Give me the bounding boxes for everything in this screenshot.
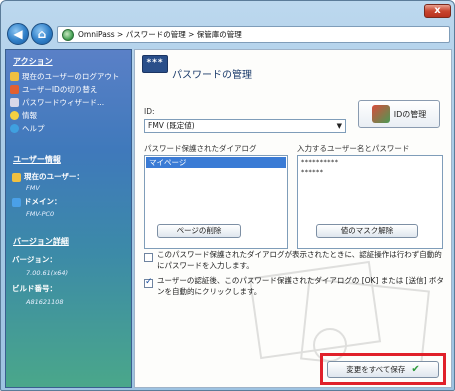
address-bar[interactable]: OmniPass > パスワードの管理 > 保管庫の管理 — [57, 26, 450, 43]
domain-label: ドメイン： — [12, 196, 62, 207]
domain-icon — [12, 197, 21, 207]
sidebar: アクション 現在のユーザーのログアウト ユーザーIDの切り替え パスワードウィザ… — [5, 49, 132, 388]
page-title: パスワードの管理 — [172, 70, 252, 81]
build-label: ビルド番号： — [12, 284, 57, 293]
back-button[interactable]: ◀ — [7, 23, 29, 45]
sidebar-item-label: ヘルプ — [22, 123, 45, 133]
user-info-heading: ユーザー情報 — [13, 155, 61, 164]
sidebar-item-label: 現在のユーザーのログアウト — [22, 71, 120, 81]
sidebar-item-info[interactable]: 情報 — [10, 109, 37, 121]
list-item[interactable]: マイページ — [146, 157, 286, 168]
breadcrumb: OmniPass > パスワードの管理 > 保管庫の管理 — [78, 30, 242, 39]
sidebar-item-wizard[interactable]: パスワードウィザード... — [10, 96, 104, 108]
domain-value: FMV-PC0 — [26, 210, 55, 218]
manage-id-button[interactable]: IDの管理 — [358, 100, 440, 128]
user-icon — [12, 172, 21, 182]
close-button[interactable]: x — [424, 4, 451, 18]
checkmark-icon: ✔ — [411, 364, 420, 375]
auto-fill-option-text: このパスワード保護されたダイアログが表示されたときに、認証操作は行わず自動的にパ… — [157, 250, 442, 270]
help-icon — [10, 123, 19, 133]
id-label: ID: — [144, 107, 155, 116]
sidebar-item-logout[interactable]: 現在のユーザーのログアウト — [10, 70, 119, 82]
version-label: バージョン： — [12, 255, 57, 264]
chevron-down-icon: ▼ — [336, 122, 342, 130]
id-select-value: FMV (既定値) — [148, 121, 195, 130]
build-value: A81621108 — [26, 298, 64, 306]
manage-id-button-label: IDの管理 — [393, 109, 427, 119]
back-arrow-icon: ◀ — [13, 27, 23, 41]
credentials-label: 入力するユーザー名とパスワード — [297, 144, 410, 153]
info-icon — [10, 110, 19, 120]
home-button[interactable]: ⌂ — [31, 23, 53, 45]
switch-user-icon — [10, 84, 19, 94]
version-heading: バージョン詳細 — [13, 237, 69, 246]
wizard-icon — [10, 97, 19, 107]
password-manager-icon: *** — [142, 55, 168, 73]
sidebar-item-switch-user[interactable]: ユーザーIDの切り替え — [10, 83, 97, 95]
dialog-list-label: パスワード保護されたダイアログ — [144, 144, 257, 153]
unmask-button[interactable]: 値のマスク解除 — [316, 224, 418, 238]
save-highlight-frame: 変更をすべて保存 ✔ — [320, 353, 446, 385]
password-value: ****** — [301, 168, 324, 176]
auto-submit-checkbox[interactable] — [144, 277, 153, 288]
actions-heading: アクション — [13, 57, 53, 66]
user-logout-icon — [10, 71, 19, 81]
save-all-button-label: 変更をすべて保存 — [346, 365, 406, 374]
save-all-button[interactable]: 変更をすべて保存 ✔ — [327, 361, 439, 378]
sidebar-item-label: パスワードウィザード... — [22, 97, 105, 107]
username-value: ********** — [301, 158, 339, 166]
version-value: 7.00.61(x64) — [26, 269, 68, 277]
id-select[interactable]: FMV (既定値) ▼ — [144, 119, 346, 133]
sidebar-item-label: 情報 — [22, 110, 37, 120]
omnipass-icon — [62, 28, 74, 41]
id-manage-icon — [371, 105, 390, 123]
delete-page-button[interactable]: ページの削除 — [157, 224, 241, 238]
auto-submit-option-text: ユーザーの認証後、このパスワード保護されたダイアログの [OK] または [送信… — [157, 276, 444, 296]
current-user-label: 現在のユーザー： — [12, 171, 84, 182]
application-window: x ◀ ⌂ OmniPass > パスワードの管理 > 保管庫の管理 アクション… — [0, 0, 455, 391]
sidebar-item-help[interactable]: ヘルプ — [10, 122, 45, 134]
auto-fill-checkbox[interactable] — [144, 253, 153, 262]
home-icon: ⌂ — [37, 27, 47, 41]
main-panel: *** パスワードの管理 ID: FMV (既定値) ▼ IDの管理 パスワード… — [134, 49, 452, 388]
current-user-value: FMV — [26, 184, 40, 192]
sidebar-item-label: ユーザーIDの切り替え — [22, 84, 98, 94]
